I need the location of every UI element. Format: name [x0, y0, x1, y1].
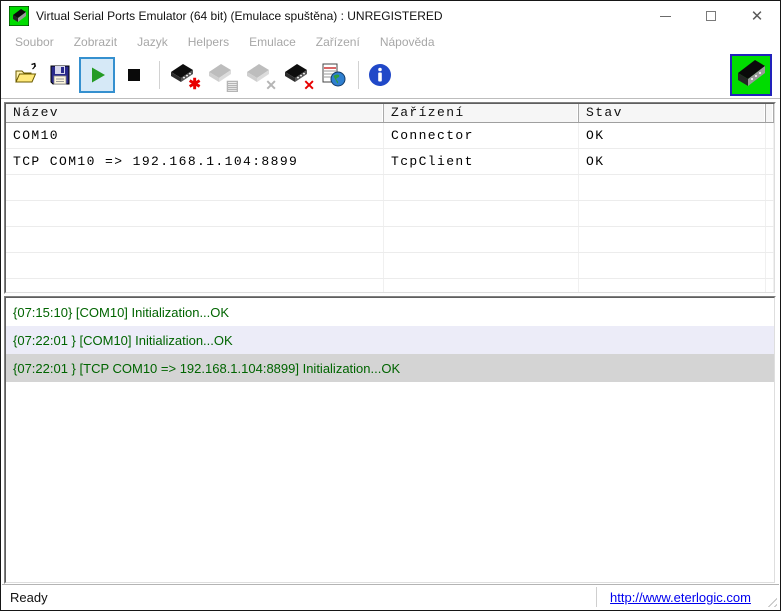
- play-icon: [84, 62, 110, 88]
- close-icon: ✕: [751, 9, 764, 24]
- table-cell: [384, 279, 579, 293]
- new-star-icon: ✱: [188, 77, 201, 92]
- column-header-stav[interactable]: Stav: [579, 104, 766, 122]
- table-cell: [6, 227, 384, 252]
- table-cell: [384, 227, 579, 252]
- status-bar: Ready http://www.eterlogic.com: [2, 584, 779, 609]
- menu-item-emulace[interactable]: Emulace: [239, 31, 306, 53]
- computer-globe-icon: [320, 62, 346, 88]
- device-table-empty-row: [6, 201, 774, 227]
- minimize-icon: [660, 16, 671, 17]
- menu-bar: SouborZobrazitJazykHelpersEmulaceZařízen…: [1, 31, 780, 53]
- table-cell: [384, 201, 579, 226]
- table-cell: [6, 279, 384, 293]
- toolbar-separator: [159, 61, 160, 89]
- table-cell: [384, 253, 579, 278]
- menu-item-zobrazit[interactable]: Zobrazit: [64, 31, 127, 53]
- toolbar-divider: [1, 98, 780, 100]
- app-logo: [730, 54, 772, 96]
- start-emulation-button[interactable]: [79, 57, 115, 93]
- table-cell: [579, 201, 766, 226]
- save-icon: [47, 62, 73, 88]
- eterlogic-link[interactable]: http://www.eterlogic.com: [610, 590, 751, 605]
- table-cell: [766, 201, 774, 226]
- table-cell: [766, 149, 774, 174]
- app-window: Virtual Serial Ports Emulator (64 bit) (…: [0, 0, 781, 611]
- save-button[interactable]: [45, 58, 75, 92]
- info-icon: [367, 62, 393, 88]
- column-header-filler: [766, 104, 774, 122]
- maximize-icon: [706, 11, 716, 21]
- table-cell: Connector: [384, 123, 579, 148]
- menu-item-zarizeni[interactable]: Zařízení: [306, 31, 370, 53]
- open-file-icon: [13, 62, 39, 88]
- table-cell: TCP COM10 => 192.168.1.104:8899: [6, 149, 384, 174]
- maximize-button[interactable]: [688, 1, 734, 31]
- table-cell: [579, 279, 766, 293]
- stop-icon: [121, 62, 147, 88]
- delete-x-icon: ✕: [265, 78, 277, 92]
- device-properties-button[interactable]: ▤: [204, 58, 238, 92]
- table-cell: [766, 227, 774, 252]
- stop-emulation-button[interactable]: [119, 58, 149, 92]
- window-controls: ✕: [642, 1, 780, 31]
- properties-sheet-icon: ▤: [226, 78, 239, 92]
- table-cell: [579, 253, 766, 278]
- title-bar: Virtual Serial Ports Emulator (64 bit) (…: [1, 1, 780, 31]
- status-message: Ready: [2, 590, 48, 605]
- table-cell: [579, 175, 766, 200]
- table-cell: [766, 279, 774, 293]
- open-button[interactable]: [11, 58, 41, 92]
- column-header-nazev[interactable]: Název: [6, 104, 384, 122]
- toolbar-separator: [358, 61, 359, 89]
- log-entry[interactable]: {07:22:01 } [COM10] Initialization...OK: [6, 326, 774, 354]
- table-cell: [6, 253, 384, 278]
- table-cell: [766, 175, 774, 200]
- table-cell: [6, 201, 384, 226]
- delete-all-x-icon: ✕: [303, 78, 315, 92]
- device-table-row[interactable]: TCP COM10 => 192.168.1.104:8899TcpClient…: [6, 149, 774, 175]
- device-table-empty-row: [6, 253, 774, 279]
- table-cell: OK: [579, 149, 766, 174]
- toolbar: ✱ ▤ ✕ ✕: [1, 53, 780, 97]
- device-table-body: COM10ConnectorOKTCP COM10 => 192.168.1.1…: [6, 123, 774, 293]
- device-table-row[interactable]: COM10ConnectorOK: [6, 123, 774, 149]
- table-cell: COM10: [6, 123, 384, 148]
- app-icon: [9, 6, 29, 26]
- status-link-panel: http://www.eterlogic.com: [596, 587, 764, 607]
- about-button[interactable]: [365, 58, 395, 92]
- resize-grip[interactable]: [764, 594, 777, 607]
- table-cell: [384, 175, 579, 200]
- menu-item-helpers[interactable]: Helpers: [178, 31, 239, 53]
- minimize-button[interactable]: [642, 1, 688, 31]
- device-table-empty-row: [6, 279, 774, 293]
- delete-device-button[interactable]: ✕: [242, 58, 276, 92]
- device-table-header: Název Zařízení Stav: [6, 104, 774, 123]
- column-header-zarizeni[interactable]: Zařízení: [384, 104, 579, 122]
- menu-item-jazyk[interactable]: Jazyk: [127, 31, 178, 53]
- device-table-empty-row: [6, 227, 774, 253]
- log-panel-body: {07:15:10} [COM10] Initialization...OK{0…: [5, 297, 775, 583]
- table-cell: TcpClient: [384, 149, 579, 174]
- network-monitor-button[interactable]: [318, 58, 348, 92]
- table-cell: [6, 175, 384, 200]
- log-panel: {07:15:10} [COM10] Initialization...OK{0…: [4, 296, 776, 584]
- log-entry-selected[interactable]: {07:22:01 } [TCP COM10 => 192.168.1.104:…: [6, 354, 774, 382]
- log-entry[interactable]: {07:15:10} [COM10] Initialization...OK: [6, 298, 774, 326]
- menu-item-napoveda[interactable]: Nápověda: [370, 31, 445, 53]
- table-cell: [766, 253, 774, 278]
- device-table-empty-row: [6, 175, 774, 201]
- delete-all-devices-button[interactable]: ✕: [280, 58, 314, 92]
- table-cell: OK: [579, 123, 766, 148]
- device-table-panel: Název Zařízení Stav COM10ConnectorOKTCP …: [4, 102, 776, 294]
- create-device-button[interactable]: ✱: [166, 58, 200, 92]
- menu-item-soubor[interactable]: Soubor: [5, 31, 64, 53]
- table-cell: [766, 123, 774, 148]
- close-button[interactable]: ✕: [734, 1, 780, 31]
- table-cell: [579, 227, 766, 252]
- window-title: Virtual Serial Ports Emulator (64 bit) (…: [36, 9, 443, 23]
